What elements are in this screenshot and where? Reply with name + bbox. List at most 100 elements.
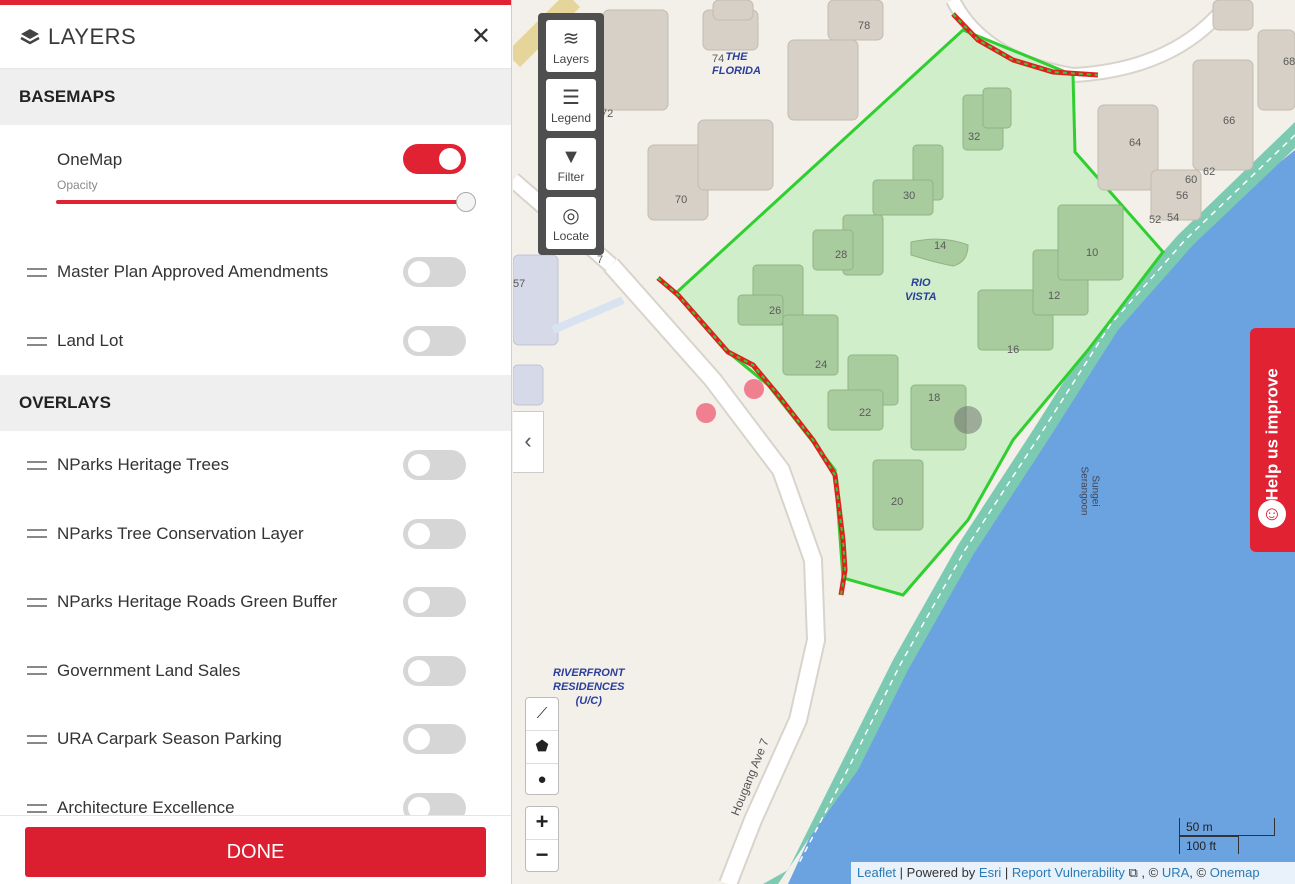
building-number: 64 — [1129, 137, 1142, 149]
layer-toggle-heritage-roads[interactable] — [403, 587, 466, 617]
building-number: 7 — [597, 254, 604, 266]
building-number: 18 — [928, 392, 941, 404]
toggle-knob — [408, 261, 430, 283]
onemap-link[interactable]: Onemap — [1210, 865, 1260, 880]
draw-circle-button[interactable]: ● — [526, 764, 558, 796]
section-overlays: OVERLAYS — [0, 375, 511, 431]
building-number: 57 — [513, 278, 526, 290]
layer-row-heritage-roads: NParks Heritage Roads Green Buffer — [0, 568, 511, 636]
layer-row-heritage-trees: NParks Heritage Trees — [0, 431, 511, 499]
scale-imperial: 100 ft — [1179, 836, 1239, 854]
draw-toolbar: ⟋ ⬟ ● — [525, 697, 559, 795]
bus-stop-icon — [696, 403, 716, 423]
done-button[interactable]: DONE — [25, 827, 486, 877]
tool-label: Locate — [552, 229, 590, 243]
legend-tool-button[interactable]: ☰ Legend — [546, 79, 596, 131]
layer-toggle-government-land-sales[interactable] — [403, 655, 466, 686]
drag-handle-icon[interactable] — [27, 734, 47, 744]
building-number: 20 — [891, 496, 904, 508]
layer-label: NParks Heritage Roads Green Buffer — [57, 592, 338, 611]
panel-footer: DONE — [0, 815, 511, 884]
layer-label: NParks Heritage Trees — [57, 455, 229, 474]
toggle-knob — [439, 148, 461, 170]
drag-handle-icon[interactable] — [27, 529, 47, 538]
zoom-out-button[interactable]: − — [526, 840, 558, 872]
ura-link[interactable]: URA — [1162, 865, 1189, 880]
help-label: Help us improve — [1262, 368, 1282, 501]
draw-line-button[interactable]: ⟋ — [526, 698, 558, 731]
filter-tool-button[interactable]: ▼ Filter — [546, 138, 596, 190]
building-number: 52 — [1149, 214, 1162, 226]
map-view[interactable]: 78 74 72 70 57 68 66 64 62 60 56 54 52 3… — [513, 0, 1295, 884]
layer-row-onemap: OneMap Opacity — [0, 125, 511, 237]
building-number: 22 — [859, 407, 872, 419]
layers-tool-button[interactable]: ≋ Layers — [546, 20, 596, 72]
layer-toggle-heritage-trees[interactable] — [403, 450, 466, 480]
layer-label: Land Lot — [57, 331, 124, 350]
building-number: 10 — [1086, 247, 1099, 259]
drag-handle-icon[interactable] — [27, 267, 47, 277]
layer-toggle-onemap[interactable] — [403, 144, 466, 174]
building-number: 12 — [1048, 290, 1061, 302]
layer-row-carpark-season: URA Carpark Season Parking — [0, 705, 511, 773]
legend-icon: ☰ — [562, 87, 580, 109]
esri-link[interactable]: Esri — [979, 865, 1001, 880]
layer-label: URA Carpark Season Parking — [57, 729, 282, 748]
layers-icon — [20, 28, 40, 44]
layers-icon: ≋ — [562, 28, 580, 50]
layers-panel: LAYERS ✕ BASEMAPS OneMap Opacity Master … — [0, 0, 512, 884]
building-number: 54 — [1167, 212, 1180, 224]
tool-label: Layers — [552, 52, 590, 66]
filter-icon: ▼ — [561, 146, 581, 168]
drag-handle-icon[interactable] — [27, 666, 47, 675]
report-vulnerability-link[interactable]: Report Vulnerability — [1012, 865, 1125, 880]
layer-row-master-plan: Master Plan Approved Amendments — [0, 237, 511, 307]
attribution-text: | Powered by — [896, 865, 979, 880]
toggle-knob — [408, 659, 430, 682]
river-label: Sungei Serangoon — [1078, 466, 1101, 516]
collapse-panel-button[interactable]: ‹ — [513, 411, 544, 473]
building-number: 14 — [934, 240, 947, 252]
building-number: 62 — [1203, 166, 1216, 178]
close-icon[interactable]: ✕ — [471, 22, 491, 51]
opacity-slider[interactable] — [56, 192, 476, 212]
place-label-rio-vista: RIO VISTA — [905, 277, 937, 303]
zoom-control: + − — [525, 806, 559, 872]
slider-thumb[interactable] — [456, 192, 476, 212]
circle-icon: ● — [537, 771, 547, 788]
drag-handle-icon[interactable] — [27, 336, 47, 346]
layer-toggle-tree-conservation[interactable] — [403, 518, 466, 549]
locate-tool-button[interactable]: ◎ Locate — [546, 197, 596, 249]
attribution-sep: | — [1001, 865, 1012, 880]
zoom-in-button[interactable]: + — [526, 807, 558, 840]
polygon-icon: ⬟ — [535, 738, 549, 755]
place-label-riverfront: RIVERFRONT RESIDENCES (U/C) — [553, 667, 625, 707]
toggle-knob — [408, 330, 430, 352]
leaflet-link[interactable]: Leaflet — [857, 865, 896, 880]
building-number: 68 — [1283, 56, 1295, 68]
chevron-left-icon: ‹ — [524, 428, 532, 453]
layer-row-land-lot: Land Lot — [0, 307, 511, 375]
line-icon: ⟋ — [536, 705, 548, 722]
opacity-label: Opacity — [57, 178, 98, 192]
help-us-improve-tab[interactable]: Help us improve ☺ — [1250, 328, 1295, 552]
map-graphics — [513, 0, 1295, 884]
layer-toggle-carpark-season[interactable] — [403, 724, 466, 754]
layer-row-tree-conservation: NParks Tree Conservation Layer — [0, 499, 511, 568]
layer-toggle-land-lot[interactable] — [403, 326, 466, 356]
building-number: 56 — [1176, 190, 1189, 202]
drag-handle-icon[interactable] — [27, 597, 47, 607]
building-number: 32 — [968, 131, 981, 143]
building-number: 24 — [815, 359, 828, 371]
tool-label: Legend — [550, 111, 592, 125]
drag-handle-icon[interactable] — [27, 460, 47, 470]
bus-stop-icon — [744, 379, 764, 399]
building-number: 78 — [858, 20, 871, 32]
drag-handle-icon[interactable] — [27, 803, 47, 813]
building-number: 16 — [1007, 344, 1020, 356]
draw-polygon-button[interactable]: ⬟ — [526, 731, 558, 764]
building-number: 66 — [1223, 115, 1236, 127]
layer-label: Master Plan Approved Amendments — [57, 262, 329, 281]
layer-label: Government Land Sales — [57, 660, 241, 680]
layer-toggle-master-plan[interactable] — [403, 257, 466, 287]
